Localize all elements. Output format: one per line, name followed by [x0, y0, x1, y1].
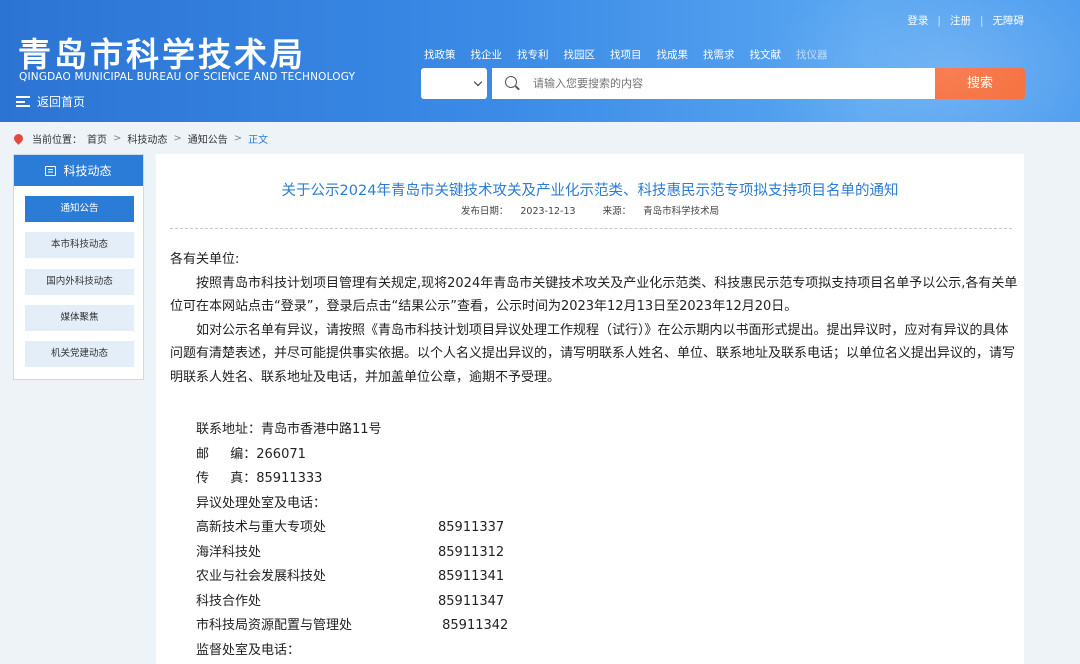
contact-info: 联系地址： 青岛市香港中路11号 邮 编： 266071 传 真： 859113…: [196, 418, 508, 663]
menu-icon: [16, 96, 30, 107]
chevron-right-icon: >: [233, 133, 243, 144]
department-phone: 85911337: [438, 520, 505, 535]
department-phone: 85911312: [438, 544, 505, 560]
department-name: 海洋科技处: [196, 544, 262, 560]
department-row: 海洋科技处 85911312: [196, 541, 508, 566]
nav-policy[interactable]: 找政策: [424, 47, 456, 62]
paragraph-2: 如对公示名单有异议，请按照《青岛市科技计划项目异议处理工作规程（试行）》在公示期…: [170, 322, 1016, 385]
address-label: 联系地址：: [196, 422, 262, 437]
address-value: 青岛市香港中路11号: [261, 422, 382, 437]
nav-demand[interactable]: 找需求: [703, 47, 735, 62]
department-name: 农业与社会发展科技处: [196, 569, 327, 584]
search-category-select[interactable]: [421, 68, 487, 99]
source-label: 来源：: [602, 206, 632, 217]
breadcrumb-notices[interactable]: 通知公告: [188, 131, 228, 146]
chevron-right-icon: >: [173, 133, 182, 144]
article-source: 青岛市科学技术局: [643, 206, 720, 217]
sidebar-item-media[interactable]: 媒体聚焦: [25, 305, 134, 331]
sidebar-header: 科技动态: [14, 155, 143, 186]
login-link[interactable]: 登录: [907, 13, 928, 28]
department-phone: 85911347: [438, 593, 505, 609]
nav-park[interactable]: 找园区: [564, 47, 596, 62]
department-phone: 85911342: [438, 618, 509, 633]
department-name: 市科技局资源配置与管理处: [196, 618, 353, 633]
sidebar-item-local-news[interactable]: 本市科技动态: [25, 232, 134, 258]
search-button[interactable]: 搜索: [935, 68, 1025, 99]
department-row: 科技合作处 85911347: [196, 590, 508, 615]
accessibility-link[interactable]: 无障碍: [993, 13, 1025, 28]
objection-heading: 异议处理处室及电话：: [196, 495, 327, 511]
breadcrumb-tech-news[interactable]: 科技动态: [127, 131, 167, 146]
breadcrumb-label: 当前位置：: [32, 135, 82, 146]
department-name: 高新技术与重大专项处: [196, 520, 327, 535]
breadcrumb: 当前位置： 首页 > 科技动态 > 通知公告 > 正文: [12, 131, 273, 146]
divider: |: [937, 14, 941, 27]
top-links: 登录 | 注册 | 无障碍: [907, 13, 1024, 28]
nav-patent[interactable]: 找专利: [517, 47, 549, 62]
site-logo-en: QINGDAO MUNICIPAL BUREAU OF SCIENCE AND …: [19, 71, 356, 83]
location-pin-icon: [12, 132, 25, 145]
return-home-label: 返回首页: [37, 95, 86, 109]
article-title: 关于公示2024年青岛市关键技术攻关及产业化示范类、科技惠民示范专项拟支持项目名…: [281, 183, 899, 199]
site-logo-cn[interactable]: 青岛市科学技术局: [18, 28, 306, 76]
fax-value: 85911333: [256, 471, 323, 486]
sidebar-item-global-news[interactable]: 国内外科技动态: [25, 269, 134, 295]
nav-literature[interactable]: 找文献: [750, 47, 782, 62]
department-phone: 85911341: [438, 569, 505, 584]
sidebar-item-notices[interactable]: 通知公告: [25, 196, 134, 222]
chevron-right-icon: >: [113, 133, 122, 144]
salutation: 各有关单位:: [170, 252, 240, 267]
contact-zip-row: 邮 编： 266071: [196, 443, 508, 468]
department-name: 科技合作处: [196, 593, 262, 609]
contact-address-row: 联系地址： 青岛市香港中路11号: [196, 418, 508, 443]
article-panel: 关于公示2024年青岛市关键技术攻关及产业化示范类、科技惠民示范专项拟支持项目名…: [156, 154, 1024, 664]
search-box: [492, 68, 935, 99]
zip-label: 邮 编：: [196, 446, 257, 462]
contact-fax-row: 传 真： 85911333: [196, 467, 508, 492]
return-home-link[interactable]: 返回首页: [16, 93, 85, 110]
fax-label: 传 真：: [196, 471, 257, 486]
site-header: 青岛市科学技术局 QINGDAO MUNICIPAL BUREAU OF SCI…: [0, 0, 1080, 122]
publish-date: 2023-12-13: [520, 206, 576, 217]
document-icon: [45, 165, 57, 176]
search-input[interactable]: [533, 77, 913, 90]
department-row: 高新技术与重大专项处 85911337: [196, 516, 508, 541]
article-meta: 发布日期： 2023-12-13 来源： 青岛市科学技术局: [156, 203, 1024, 217]
nav-achievement[interactable]: 找成果: [657, 47, 689, 62]
date-label: 发布日期：: [460, 206, 509, 217]
nav-enterprise[interactable]: 找企业: [471, 47, 503, 62]
nav-instrument[interactable]: 找仪器: [796, 47, 828, 62]
article-body: 各有关单位: 按照青岛市科技计划项目管理有关规定,现将2024年青岛市关键技术攻…: [170, 248, 1018, 389]
breadcrumb-current: 正文: [248, 135, 269, 146]
sidebar: 科技动态 通知公告 本市科技动态 国内外科技动态 媒体聚焦 机关党建动态: [13, 154, 144, 380]
divider: |: [979, 14, 984, 27]
divider: [170, 228, 1012, 229]
nav-project[interactable]: 找项目: [610, 47, 642, 62]
main-nav: 找政策 找企业 找专利 找园区 找项目 找成果 找需求 找文献 找仪器: [424, 47, 843, 62]
sidebar-item-party[interactable]: 机关党建动态: [25, 341, 134, 367]
chevron-down-icon: [473, 77, 483, 87]
department-row: 市科技局资源配置与管理处 85911342: [196, 614, 508, 639]
supervision-heading: 监督处室及电话：: [196, 642, 301, 658]
department-row: 农业与社会发展科技处 85911341: [196, 565, 508, 590]
search-icon: [505, 75, 521, 92]
zip-value: 266071: [256, 446, 306, 462]
breadcrumb-home[interactable]: 首页: [87, 131, 107, 146]
sidebar-title: 科技动态: [63, 164, 112, 178]
register-link[interactable]: 注册: [950, 13, 971, 28]
paragraph-1: 按照青岛市科技计划项目管理有关规定,现将2024年青岛市关键技术攻关及产业化示范…: [170, 275, 1018, 315]
